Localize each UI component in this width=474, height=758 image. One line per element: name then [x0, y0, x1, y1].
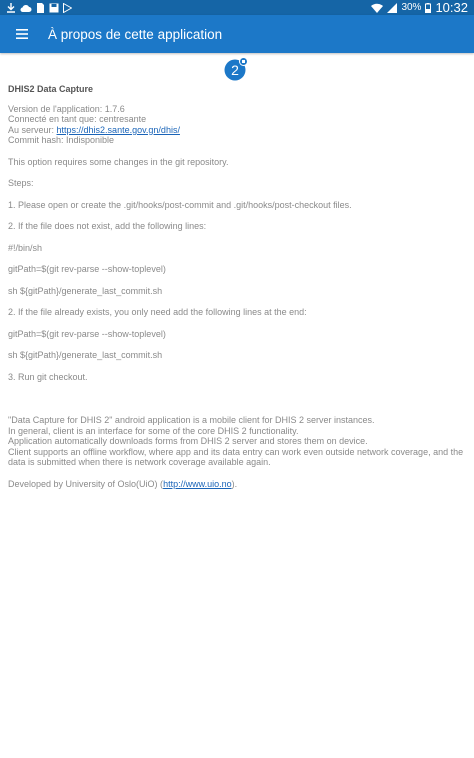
download-icon — [7, 2, 15, 13]
app-version: Version de l'application: 1.7.6 — [8, 103, 125, 114]
git-info-line: #!/bin/sh — [8, 242, 43, 253]
server-url-link[interactable]: https://dhis2.sante.gov.gn/dhis/ — [57, 125, 180, 135]
cloud-upload-icon — [20, 4, 32, 12]
developer-suffix: ). — [231, 478, 238, 489]
hamburger-icon — [16, 29, 28, 39]
git-info-line: 2. If the file does not exist, add the f… — [8, 221, 207, 231]
description-line: In general, client is an interface for s… — [8, 425, 299, 436]
about-content: DHIS2 Data Capture Version de l'applicat… — [8, 80, 466, 489]
developer-url-link[interactable]: http://www.uio.no — [163, 479, 232, 489]
battery-icon — [425, 2, 432, 13]
play-store-icon — [63, 2, 72, 13]
page-title: À propos de cette application — [48, 26, 223, 42]
wifi-icon — [371, 3, 384, 13]
clock: 10:32 — [435, 0, 468, 15]
status-left-icons — [0, 2, 72, 13]
commit-hash: Commit hash: Indisponible — [8, 135, 115, 145]
description-line: Client supports an offline workflow, whe… — [8, 446, 464, 468]
developer-info: Developed by University of Oslo(UiO) (ht… — [8, 479, 466, 490]
dhis2-logo: 2 — [224, 57, 248, 81]
save-icon — [49, 3, 59, 12]
git-info-line: sh ${gitPath}/generate_last_commit.sh — [8, 350, 163, 360]
status-right-icons: 30% 10:32 — [371, 0, 474, 15]
description-line: "Data Capture for DHIS 2" android applic… — [8, 415, 375, 425]
git-info-line: 2. If the file already exists, you only … — [8, 307, 307, 317]
logged-in-user: Connecté en tant que: centresante — [8, 114, 147, 124]
description-line: Application automatically downloads form… — [8, 436, 368, 446]
document-icon — [37, 2, 44, 13]
logo-label: 2 — [231, 62, 239, 78]
menu-button[interactable] — [2, 15, 42, 53]
git-info-line: sh ${gitPath}/generate_last_commit.sh — [8, 285, 163, 296]
app-name: DHIS2 Data Capture — [8, 84, 94, 94]
git-info-line: 3. Run git checkout. — [8, 371, 88, 382]
status-bar: 30% 10:32 — [0, 0, 474, 15]
git-info-line: This option requires some changes in the… — [8, 156, 229, 167]
developer-prefix: Developed by University of Oslo(UiO) ( — [8, 478, 164, 489]
git-info-line: gitPath=$(git rev-parse --show-toplevel) — [8, 264, 166, 274]
git-info-line: gitPath=$(git rev-parse --show-toplevel) — [8, 328, 166, 339]
dhis2-logo-icon: 2 — [224, 57, 248, 81]
app-bar: À propos de cette application — [0, 15, 474, 53]
server-info: Au serveur: https://dhis2.sante.gov.gn/d… — [8, 125, 466, 136]
server-label: Au serveur: — [8, 124, 57, 135]
git-info-line: 1. Please open or create the .git/hooks/… — [8, 199, 352, 210]
signal-icon — [387, 2, 398, 13]
battery-percent: 30% — [401, 2, 422, 13]
git-info-line: Steps: — [8, 178, 34, 188]
